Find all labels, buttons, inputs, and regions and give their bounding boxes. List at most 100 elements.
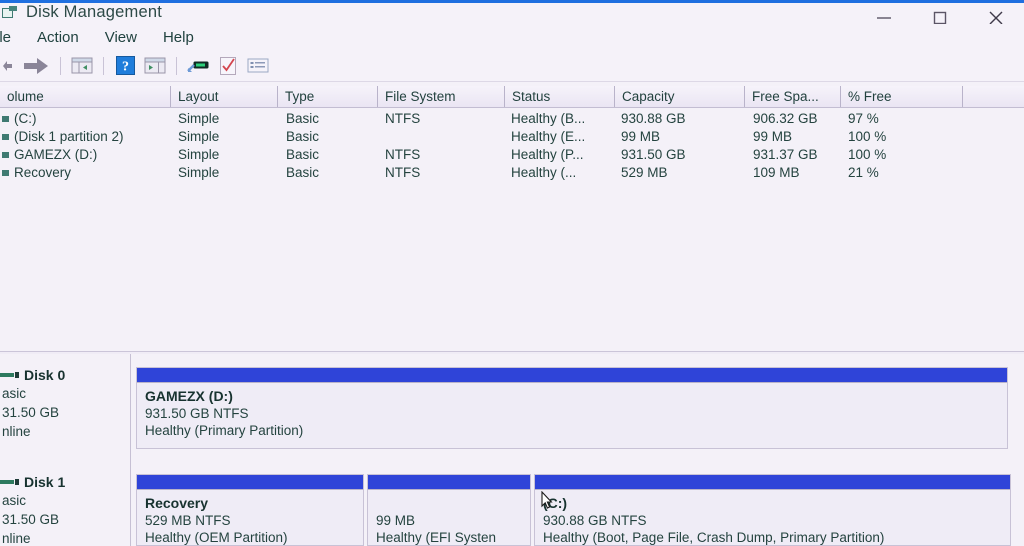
cell-layout: Simple bbox=[178, 147, 220, 162]
toolbar-separator bbox=[60, 56, 61, 75]
cell-type: Basic bbox=[286, 129, 320, 144]
cell-file-system: NTFS bbox=[385, 147, 421, 162]
title-bar: Disk Management bbox=[0, 0, 1024, 25]
disk-icon bbox=[0, 371, 19, 379]
partition-name: Recovery bbox=[145, 495, 209, 511]
cell-free-space: 99 MB bbox=[753, 129, 793, 144]
menu-item-help[interactable]: Help bbox=[150, 27, 207, 48]
cell-volume: GAMEZX (D:) bbox=[14, 147, 98, 162]
partition-usage-bar bbox=[535, 475, 1010, 490]
cell-free-space: 906.32 GB bbox=[753, 111, 818, 126]
volume-list-header: olume Layout Type File System Status Cap… bbox=[0, 86, 1024, 108]
cell-capacity: 931.50 GB bbox=[621, 147, 686, 162]
partition-usage-bar bbox=[137, 368, 1007, 383]
column-header-status[interactable]: Status bbox=[505, 86, 615, 107]
menu-item-action[interactable]: Action bbox=[24, 27, 92, 48]
cell-percent-free: 21 % bbox=[848, 165, 879, 180]
partition-recovery[interactable]: Recovery 529 MB NTFS Healthy (OEM Partit… bbox=[136, 474, 364, 546]
cell-percent-free: 100 % bbox=[848, 147, 887, 162]
volume-icon bbox=[2, 134, 9, 140]
table-row[interactable]: GAMEZX (D:) Simple Basic NTFS Healthy (P… bbox=[0, 146, 1024, 164]
back-arrow-icon[interactable] bbox=[0, 53, 18, 79]
column-header-type[interactable]: Type bbox=[278, 86, 378, 107]
menu-item-view[interactable]: View bbox=[92, 27, 150, 48]
cell-status: Healthy (... bbox=[511, 165, 577, 180]
table-row[interactable]: (Disk 1 partition 2) Simple Basic Health… bbox=[0, 128, 1024, 146]
show-hide-console-tree-icon[interactable] bbox=[67, 53, 97, 79]
svg-text:?: ? bbox=[122, 60, 129, 75]
disk-0-info[interactable]: Disk 0 asic 31.50 GB nline bbox=[0, 354, 131, 461]
partition-status: Healthy (OEM Partition) bbox=[145, 530, 288, 545]
partition-gamezx-d[interactable]: GAMEZX (D:) 931.50 GB NTFS Healthy (Prim… bbox=[136, 367, 1008, 449]
toolbar: ? bbox=[0, 50, 1024, 82]
column-header-percent-free[interactable]: % Free bbox=[841, 86, 963, 107]
disk-management-app-icon bbox=[2, 5, 17, 19]
partition-status: Healthy (Primary Partition) bbox=[145, 423, 304, 438]
disk-1-partitions: Recovery 529 MB NTFS Healthy (OEM Partit… bbox=[131, 461, 1024, 546]
cell-status: Healthy (P... bbox=[511, 147, 584, 162]
disk-1-title: Disk 1 bbox=[0, 474, 130, 490]
disk-icon bbox=[0, 478, 19, 486]
cell-layout: Simple bbox=[178, 165, 220, 180]
disk-1-type: asic bbox=[2, 493, 27, 508]
table-row[interactable]: (C:) Simple Basic NTFS Healthy (B... 930… bbox=[0, 110, 1024, 128]
partition-name: (C:) bbox=[543, 495, 568, 511]
disk-1-size: 31.50 GB bbox=[2, 512, 60, 527]
cell-type: Basic bbox=[286, 147, 320, 162]
partition-size: 529 MB NTFS bbox=[145, 513, 231, 528]
volume-icon bbox=[2, 152, 9, 158]
partition-c[interactable]: (C:) 930.88 GB NTFS Healthy (Boot, Page … bbox=[534, 474, 1011, 546]
partition-status: Healthy (EFI Systen bbox=[376, 530, 497, 545]
partition-status: Healthy (Boot, Page File, Crash Dump, Pr… bbox=[543, 530, 885, 545]
window-title: Disk Management bbox=[26, 2, 162, 21]
table-row[interactable]: Recovery Simple Basic NTFS Healthy (... … bbox=[0, 164, 1024, 182]
cell-layout: Simple bbox=[178, 111, 220, 126]
column-header-volume[interactable]: olume bbox=[0, 86, 171, 107]
cell-volume: (Disk 1 partition 2) bbox=[14, 129, 124, 144]
disk-0-size: 31.50 GB bbox=[2, 405, 60, 420]
column-header-spacer[interactable] bbox=[963, 86, 1024, 107]
cell-free-space: 109 MB bbox=[753, 165, 800, 180]
disk-1-state: nline bbox=[2, 531, 31, 546]
disk-1-name: Disk 1 bbox=[24, 474, 66, 490]
volume-icon bbox=[2, 116, 9, 122]
cell-capacity: 529 MB bbox=[621, 165, 668, 180]
disk-0-type: asic bbox=[2, 386, 27, 401]
disk-row-0: Disk 0 asic 31.50 GB nline GAMEZX (D:) 9… bbox=[0, 354, 1024, 461]
cell-free-space: 931.37 GB bbox=[753, 147, 818, 162]
show-hide-action-pane-icon[interactable] bbox=[140, 53, 170, 79]
toolbar-separator bbox=[103, 56, 104, 75]
forward-arrow-icon[interactable] bbox=[18, 53, 54, 79]
disk-1-info[interactable]: Disk 1 asic 31.50 GB nline bbox=[0, 461, 131, 546]
disk-0-state: nline bbox=[2, 424, 31, 439]
column-header-free-space[interactable]: Free Spa... bbox=[745, 86, 841, 107]
menu-item-file[interactable]: ile bbox=[0, 27, 24, 48]
partition-name: GAMEZX (D:) bbox=[145, 388, 233, 404]
cell-status: Healthy (E... bbox=[511, 129, 586, 144]
partition-size: 99 MB bbox=[376, 513, 416, 528]
cell-status: Healthy (B... bbox=[511, 111, 586, 126]
partition-usage-bar bbox=[368, 475, 530, 490]
rescan-disks-icon[interactable] bbox=[183, 53, 213, 79]
partition-size: 931.50 GB NTFS bbox=[145, 406, 249, 421]
help-icon[interactable]: ? bbox=[110, 53, 140, 79]
menu-bar: ile Action View Help bbox=[0, 24, 1024, 50]
cell-percent-free: 100 % bbox=[848, 129, 887, 144]
toolbar-separator bbox=[176, 56, 177, 75]
graphical-disk-pane: Disk 0 asic 31.50 GB nline GAMEZX (D:) 9… bbox=[0, 354, 1024, 546]
cell-file-system: NTFS bbox=[385, 111, 421, 126]
list-view-icon[interactable] bbox=[243, 53, 273, 79]
disk-row-1: Disk 1 asic 31.50 GB nline Recovery 529 … bbox=[0, 461, 1024, 546]
disk-0-title: Disk 0 bbox=[0, 367, 130, 383]
properties-icon[interactable] bbox=[213, 53, 243, 79]
column-header-file-system[interactable]: File System bbox=[378, 86, 505, 107]
column-header-layout[interactable]: Layout bbox=[171, 86, 278, 107]
disk-0-name: Disk 0 bbox=[24, 367, 66, 383]
cell-capacity: 99 MB bbox=[621, 129, 661, 144]
volume-list-body: (C:) Simple Basic NTFS Healthy (B... 930… bbox=[0, 108, 1024, 353]
cell-type: Basic bbox=[286, 165, 320, 180]
disk-management-window: Disk Management ile Action View Help bbox=[0, 0, 1024, 546]
column-header-capacity[interactable]: Capacity bbox=[615, 86, 745, 107]
cell-capacity: 930.88 GB bbox=[621, 111, 686, 126]
partition-efi-system[interactable]: 99 MB Healthy (EFI Systen bbox=[367, 474, 531, 546]
